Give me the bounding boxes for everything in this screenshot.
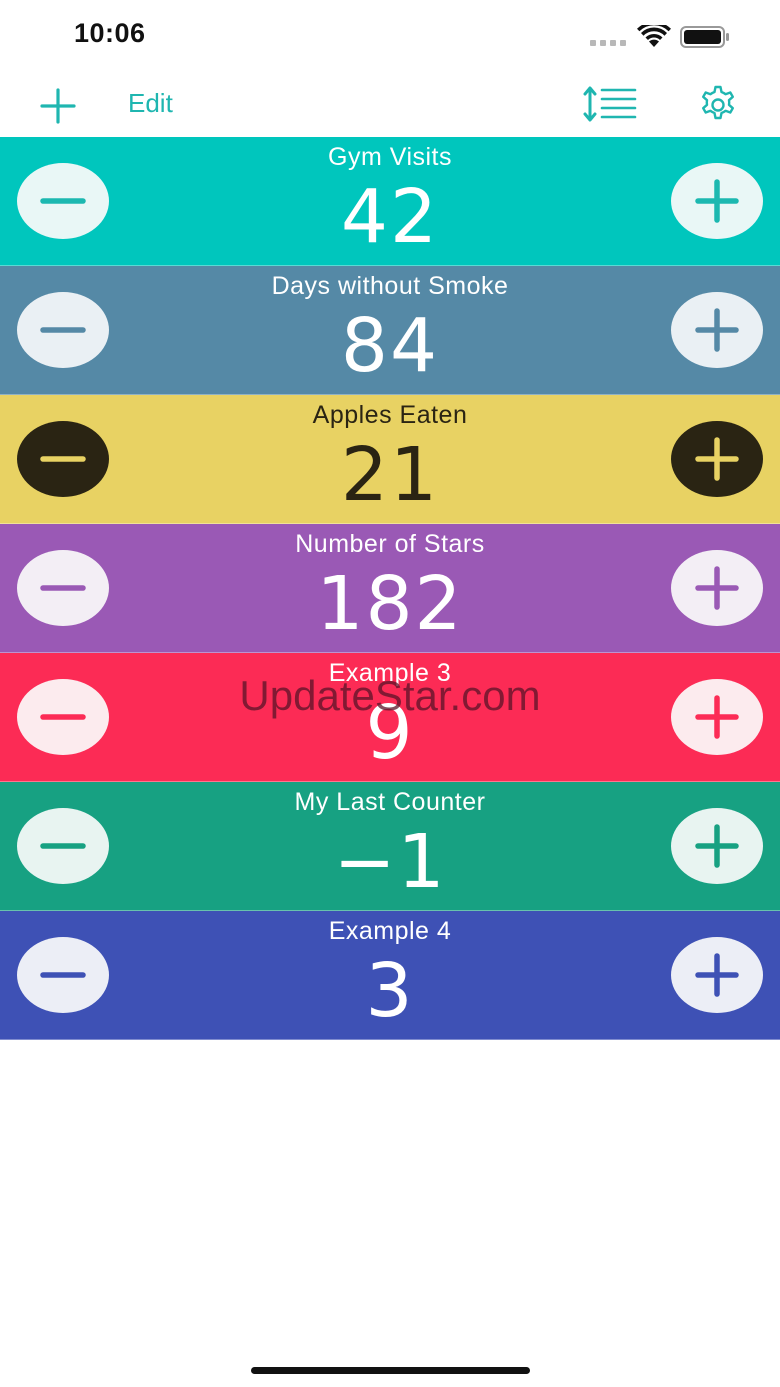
counter-row: Apples Eaten 21 [0, 395, 780, 524]
counter-title: Example 3 [328, 659, 452, 687]
battery-icon [680, 26, 729, 48]
decrement-button[interactable] [17, 808, 109, 884]
counter-value: 84 [340, 303, 440, 389]
navigation-bar: Edit [0, 72, 780, 137]
counter-title: Number of Stars [295, 530, 485, 558]
decrement-button[interactable] [17, 292, 109, 368]
counter-row: Number of Stars 182 [0, 524, 780, 653]
status-bar: 10:06 [0, 0, 780, 72]
minus-icon [40, 456, 86, 462]
decrement-button[interactable] [17, 550, 109, 626]
minus-icon [40, 585, 86, 591]
counter-value: 182 [316, 561, 464, 647]
counter-list: Gym Visits 42 Days without Smoke 84 Apples E… [0, 137, 780, 1040]
counter-title: Gym Visits [328, 143, 452, 171]
counter-row: My Last Counter −1 [0, 782, 780, 911]
increment-button[interactable] [671, 292, 763, 368]
minus-icon [40, 198, 86, 204]
minus-icon [40, 327, 86, 333]
counter-value: −1 [333, 819, 447, 905]
counter-row: Days without Smoke 84 [0, 266, 780, 395]
plus-icon [695, 437, 739, 481]
increment-button[interactable] [671, 550, 763, 626]
counter-value: 3 [365, 948, 415, 1034]
plus-icon [695, 566, 739, 610]
wifi-icon [637, 25, 671, 47]
counter-row: Example 3 9 [0, 653, 780, 782]
gear-icon[interactable] [697, 84, 739, 126]
counter-value: 21 [340, 432, 440, 518]
counter-title: Example 4 [328, 917, 452, 945]
increment-button[interactable] [671, 937, 763, 1013]
decrement-button[interactable] [17, 163, 109, 239]
counter-row: Example 4 3 [0, 911, 780, 1040]
plus-icon [695, 824, 739, 868]
counter-value: 42 [340, 174, 440, 260]
minus-icon [40, 972, 86, 978]
plus-icon [695, 695, 739, 739]
increment-button[interactable] [671, 421, 763, 497]
counter-row: Gym Visits 42 [0, 137, 780, 266]
counter-title: Days without Smoke [271, 272, 509, 300]
decrement-button[interactable] [17, 421, 109, 497]
increment-button[interactable] [671, 679, 763, 755]
counter-value: 9 [365, 690, 415, 776]
edit-button[interactable]: Edit [128, 88, 173, 119]
home-indicator [251, 1367, 530, 1374]
status-time: 10:06 [74, 18, 146, 48]
sort-lines-icon[interactable] [582, 86, 638, 122]
decrement-button[interactable] [17, 679, 109, 755]
counter-title: My Last Counter [294, 788, 486, 816]
add-counter-button[interactable] [38, 86, 78, 126]
cellular-signal-icon [590, 40, 626, 46]
plus-icon [695, 308, 739, 352]
decrement-button[interactable] [17, 937, 109, 1013]
plus-icon [695, 953, 739, 997]
minus-icon [40, 843, 86, 849]
increment-button[interactable] [671, 163, 763, 239]
increment-button[interactable] [671, 808, 763, 884]
plus-icon [695, 179, 739, 223]
counter-title: Apples Eaten [312, 401, 468, 429]
minus-icon [40, 714, 86, 720]
